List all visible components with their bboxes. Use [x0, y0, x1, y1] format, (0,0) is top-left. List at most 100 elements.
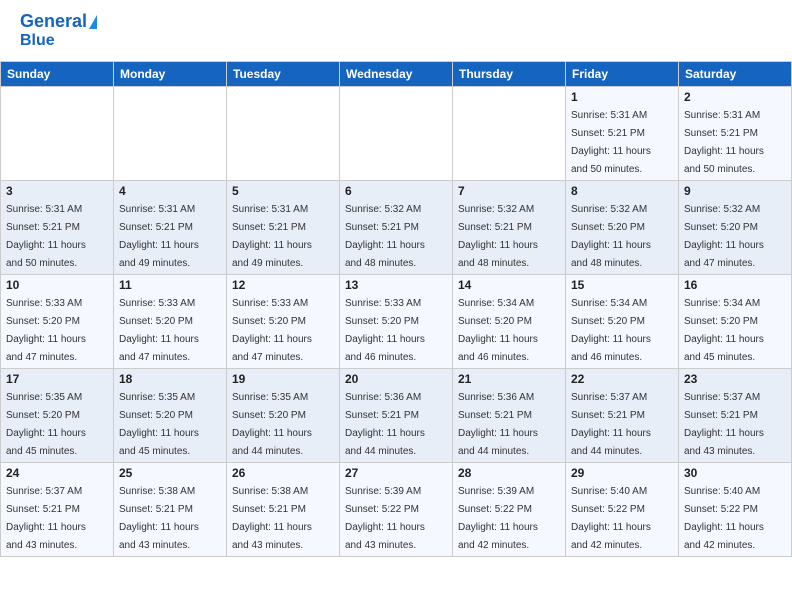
day-info: Sunrise: 5:31 AM Sunset: 5:21 PM Dayligh…	[6, 204, 86, 269]
day-info: Sunrise: 5:31 AM Sunset: 5:21 PM Dayligh…	[684, 110, 764, 175]
day-number: 4	[119, 184, 221, 198]
calendar-table: SundayMondayTuesdayWednesdayThursdayFrid…	[0, 61, 792, 557]
day-number: 1	[571, 90, 673, 104]
day-info: Sunrise: 5:34 AM Sunset: 5:20 PM Dayligh…	[571, 298, 651, 363]
calendar-day-cell	[227, 87, 340, 181]
day-info: Sunrise: 5:36 AM Sunset: 5:21 PM Dayligh…	[458, 392, 538, 457]
day-info: Sunrise: 5:37 AM Sunset: 5:21 PM Dayligh…	[6, 486, 86, 551]
day-number: 14	[458, 278, 560, 292]
day-info: Sunrise: 5:40 AM Sunset: 5:22 PM Dayligh…	[571, 486, 651, 551]
day-number: 23	[684, 372, 786, 386]
calendar-day-cell: 27Sunrise: 5:39 AM Sunset: 5:22 PM Dayli…	[340, 463, 453, 557]
calendar-day-cell: 21 Sunrise: 5:36 AM Sunset: 5:21 PM Dayli…	[453, 369, 566, 463]
day-number: 8	[571, 184, 673, 198]
day-info: Sunrise: 5:35 AM Sunset: 5:20 PM Dayligh…	[119, 392, 199, 457]
weekday-header-sunday: Sunday	[1, 62, 114, 87]
calendar-day-cell: 23 Sunrise: 5:37 AM Sunset: 5:21 PM Dayli…	[679, 369, 792, 463]
day-number: 3	[6, 184, 108, 198]
calendar-day-cell: 14 Sunrise: 5:34 AM Sunset: 5:20 PM Dayli…	[453, 275, 566, 369]
day-info: Sunrise: 5:31 AM Sunset: 5:21 PM Dayligh…	[232, 204, 312, 269]
calendar-day-cell: 2 Sunrise: 5:31 AM Sunset: 5:21 PM Daylig…	[679, 87, 792, 181]
calendar-subtitle	[0, 53, 792, 61]
day-info: Sunrise: 5:34 AM Sunset: 5:20 PM Dayligh…	[458, 298, 538, 363]
day-info: Sunrise: 5:32 AM Sunset: 5:21 PM Dayligh…	[345, 204, 425, 269]
day-number: 20	[345, 372, 447, 386]
day-number: 17	[6, 372, 108, 386]
calendar-day-cell: 11 Sunrise: 5:33 AM Sunset: 5:20 PM Dayli…	[114, 275, 227, 369]
day-info: Sunrise: 5:38 AM Sunset: 5:21 PM Dayligh…	[232, 486, 312, 551]
day-info: Sunrise: 5:37 AM Sunset: 5:21 PM Dayligh…	[684, 392, 764, 457]
day-number: 13	[345, 278, 447, 292]
calendar-day-cell: 18Sunrise: 5:35 AM Sunset: 5:20 PM Dayli…	[114, 369, 227, 463]
calendar-day-cell: 26 Sunrise: 5:38 AM Sunset: 5:21 PM Dayli…	[227, 463, 340, 557]
weekday-header-row: SundayMondayTuesdayWednesdayThursdayFrid…	[1, 62, 792, 87]
day-number: 16	[684, 278, 786, 292]
day-number: 12	[232, 278, 334, 292]
day-info: Sunrise: 5:32 AM Sunset: 5:20 PM Dayligh…	[571, 204, 651, 269]
day-info: Sunrise: 5:36 AM Sunset: 5:21 PM Dayligh…	[345, 392, 425, 457]
day-info: Sunrise: 5:33 AM Sunset: 5:20 PM Dayligh…	[6, 298, 86, 363]
calendar-day-cell	[340, 87, 453, 181]
weekday-header-saturday: Saturday	[679, 62, 792, 87]
day-number: 19	[232, 372, 334, 386]
day-info: Sunrise: 5:32 AM Sunset: 5:21 PM Dayligh…	[458, 204, 538, 269]
calendar-day-cell: 3 Sunrise: 5:31 AM Sunset: 5:21 PM Daylig…	[1, 181, 114, 275]
day-info: Sunrise: 5:35 AM Sunset: 5:20 PM Dayligh…	[6, 392, 86, 457]
weekday-header-wednesday: Wednesday	[340, 62, 453, 87]
day-info: Sunrise: 5:39 AM Sunset: 5:22 PM Dayligh…	[458, 486, 538, 551]
calendar-day-cell: 20 Sunrise: 5:36 AM Sunset: 5:21 PM Dayli…	[340, 369, 453, 463]
logo-blue: Blue	[20, 32, 55, 50]
day-info: Sunrise: 5:35 AM Sunset: 5:20 PM Dayligh…	[232, 392, 312, 457]
calendar-day-cell: 29Sunrise: 5:40 AM Sunset: 5:22 PM Dayli…	[566, 463, 679, 557]
calendar-day-cell: 10 Sunrise: 5:33 AM Sunset: 5:20 PM Dayli…	[1, 275, 114, 369]
day-number: 30	[684, 466, 786, 480]
day-number: 21	[458, 372, 560, 386]
day-info: Sunrise: 5:31 AM Sunset: 5:21 PM Dayligh…	[119, 204, 199, 269]
calendar-day-cell: 13Sunrise: 5:33 AM Sunset: 5:20 PM Dayli…	[340, 275, 453, 369]
calendar-day-cell	[453, 87, 566, 181]
calendar-day-cell: 15 Sunrise: 5:34 AM Sunset: 5:20 PM Dayli…	[566, 275, 679, 369]
calendar-day-cell	[1, 87, 114, 181]
calendar-day-cell: 24Sunrise: 5:37 AM Sunset: 5:21 PM Dayli…	[1, 463, 114, 557]
weekday-header-friday: Friday	[566, 62, 679, 87]
calendar-day-cell: 7Sunrise: 5:32 AM Sunset: 5:21 PM Daylig…	[453, 181, 566, 275]
calendar-day-cell: 1 Sunrise: 5:31 AM Sunset: 5:21 PM Daylig…	[566, 87, 679, 181]
day-number: 28	[458, 466, 560, 480]
calendar-week-5: 24Sunrise: 5:37 AM Sunset: 5:21 PM Dayli…	[1, 463, 792, 557]
day-info: Sunrise: 5:33 AM Sunset: 5:20 PM Dayligh…	[232, 298, 312, 363]
day-number: 10	[6, 278, 108, 292]
weekday-header-thursday: Thursday	[453, 62, 566, 87]
day-number: 25	[119, 466, 221, 480]
day-number: 5	[232, 184, 334, 198]
day-info: Sunrise: 5:37 AM Sunset: 5:21 PM Dayligh…	[571, 392, 651, 457]
calendar-day-cell: 17 Sunrise: 5:35 AM Sunset: 5:20 PM Dayli…	[1, 369, 114, 463]
day-number: 2	[684, 90, 786, 104]
day-info: Sunrise: 5:39 AM Sunset: 5:22 PM Dayligh…	[345, 486, 425, 551]
day-number: 6	[345, 184, 447, 198]
calendar-day-cell: 6 Sunrise: 5:32 AM Sunset: 5:21 PM Daylig…	[340, 181, 453, 275]
calendar-day-cell	[114, 87, 227, 181]
calendar-day-cell: 9Sunrise: 5:32 AM Sunset: 5:20 PM Daylig…	[679, 181, 792, 275]
day-info: Sunrise: 5:31 AM Sunset: 5:21 PM Dayligh…	[571, 110, 651, 175]
calendar-week-4: 17 Sunrise: 5:35 AM Sunset: 5:20 PM Dayli…	[1, 369, 792, 463]
calendar-day-cell: 5 Sunrise: 5:31 AM Sunset: 5:21 PM Daylig…	[227, 181, 340, 275]
calendar-day-cell: 19 Sunrise: 5:35 AM Sunset: 5:20 PM Dayli…	[227, 369, 340, 463]
day-info: Sunrise: 5:34 AM Sunset: 5:20 PM Dayligh…	[684, 298, 764, 363]
calendar-week-3: 10 Sunrise: 5:33 AM Sunset: 5:20 PM Dayli…	[1, 275, 792, 369]
day-info: Sunrise: 5:32 AM Sunset: 5:20 PM Dayligh…	[684, 204, 764, 269]
day-number: 26	[232, 466, 334, 480]
day-info: Sunrise: 5:40 AM Sunset: 5:22 PM Dayligh…	[684, 486, 764, 551]
day-info: Sunrise: 5:33 AM Sunset: 5:20 PM Dayligh…	[119, 298, 199, 363]
calendar-day-cell: 28 Sunrise: 5:39 AM Sunset: 5:22 PM Dayli…	[453, 463, 566, 557]
calendar-day-cell: 8 Sunrise: 5:32 AM Sunset: 5:20 PM Daylig…	[566, 181, 679, 275]
calendar-day-cell: 25 Sunrise: 5:38 AM Sunset: 5:21 PM Dayli…	[114, 463, 227, 557]
calendar-week-2: 3 Sunrise: 5:31 AM Sunset: 5:21 PM Daylig…	[1, 181, 792, 275]
calendar-day-cell: 4 Sunrise: 5:31 AM Sunset: 5:21 PM Daylig…	[114, 181, 227, 275]
calendar-day-cell: 22Sunrise: 5:37 AM Sunset: 5:21 PM Dayli…	[566, 369, 679, 463]
logo: General Blue	[20, 12, 97, 49]
day-number: 15	[571, 278, 673, 292]
page-header: General Blue	[0, 0, 792, 53]
day-number: 11	[119, 278, 221, 292]
day-info: Sunrise: 5:38 AM Sunset: 5:21 PM Dayligh…	[119, 486, 199, 551]
weekday-header-monday: Monday	[114, 62, 227, 87]
